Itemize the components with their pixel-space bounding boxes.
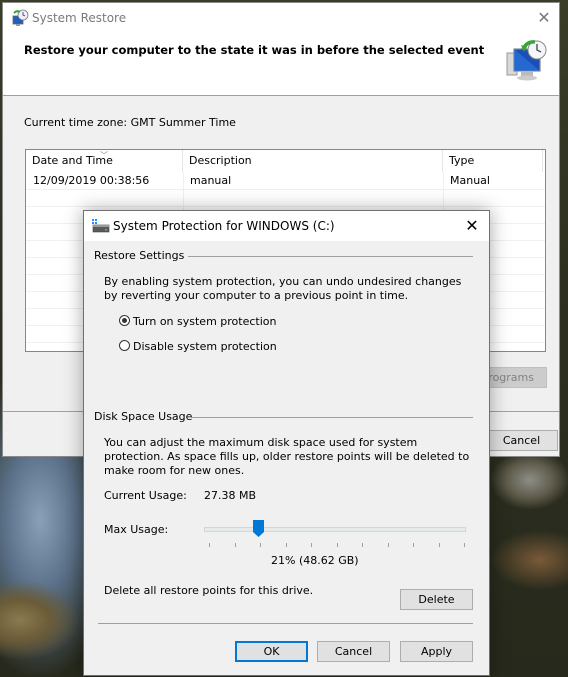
slider-tick [362,543,363,547]
current-usage-value: 27.38 MB [204,489,257,502]
dialog-title: System Protection for WINDOWS (C:) [113,219,335,233]
column-header-date[interactable]: Date and Time ﹀ [26,150,183,172]
dialog-title-bar[interactable]: System Protection for WINDOWS (C:) ✕ [84,211,489,241]
timezone-label: Current time zone: GMT Summer Time [24,116,236,129]
delete-button[interactable]: Delete [400,589,473,610]
delete-restore-points-label: Delete all restore points for this drive… [104,584,314,597]
slider-tick [260,543,261,547]
disk-space-usage-label: Disk Space Usage [94,410,193,423]
title-bar[interactable]: System Restore ✕ [3,3,559,33]
cell-description: manual [190,174,232,187]
header-panel: Restore your computer to the state it wa… [3,33,559,96]
slider-tick [285,543,287,547]
current-usage-label: Current Usage: [104,489,187,502]
page-heading: Restore your computer to the state it wa… [24,43,485,57]
restore-settings-description: By enabling system protection, you can u… [104,275,462,302]
ok-button[interactable]: OK [235,641,308,662]
radio-selected-icon [119,315,130,326]
slider-tick [464,543,465,547]
system-restore-large-icon [506,40,547,81]
empty-row [26,189,545,207]
column-header-type[interactable]: Type [443,150,543,172]
table-row[interactable]: 12/09/2019 00:38:56 manual Manual [26,172,545,190]
max-usage-label: Max Usage: [104,523,169,536]
slider-tick [413,543,414,547]
divider [98,623,473,624]
restore-settings-label: Restore Settings [94,249,185,262]
group-divider [191,417,473,418]
cancel-button[interactable]: Cancel [317,641,390,662]
chevron-down-icon: ﹀ [100,151,108,160]
turn-on-protection-radio[interactable]: Turn on system protection [119,314,276,330]
cell-type: Manual [450,174,490,187]
column-header-description[interactable]: Description [183,150,443,172]
close-icon[interactable]: ✕ [461,215,483,237]
max-usage-slider-track[interactable] [204,527,466,532]
disk-space-description: You can adjust the maximum disk space us… [104,436,470,477]
slider-tick [438,543,440,547]
close-icon[interactable]: ✕ [533,7,555,29]
drive-icon [92,219,110,233]
slider-tick [311,543,312,547]
group-divider [188,256,473,257]
cancel-button[interactable]: Cancel [485,430,558,451]
cell-date-time: 12/09/2019 00:38:56 [33,174,150,187]
disable-protection-radio[interactable]: Disable system protection [119,339,277,355]
slider-tick [387,543,389,547]
system-protection-dialog: System Protection for WINDOWS (C:) ✕ Res… [83,210,490,676]
system-restore-icon [12,9,29,26]
apply-button[interactable]: Apply [400,641,473,662]
max-usage-value: 21% (48.62 GB) [271,554,359,567]
window-title: System Restore [32,11,127,25]
slider-tick [234,543,236,547]
table-header: Date and Time ﹀ Description Type [26,150,545,172]
radio-unselected-icon [119,340,130,351]
slider-tick [336,543,338,547]
max-usage-slider-thumb[interactable] [253,520,265,537]
slider-tick [209,543,210,547]
